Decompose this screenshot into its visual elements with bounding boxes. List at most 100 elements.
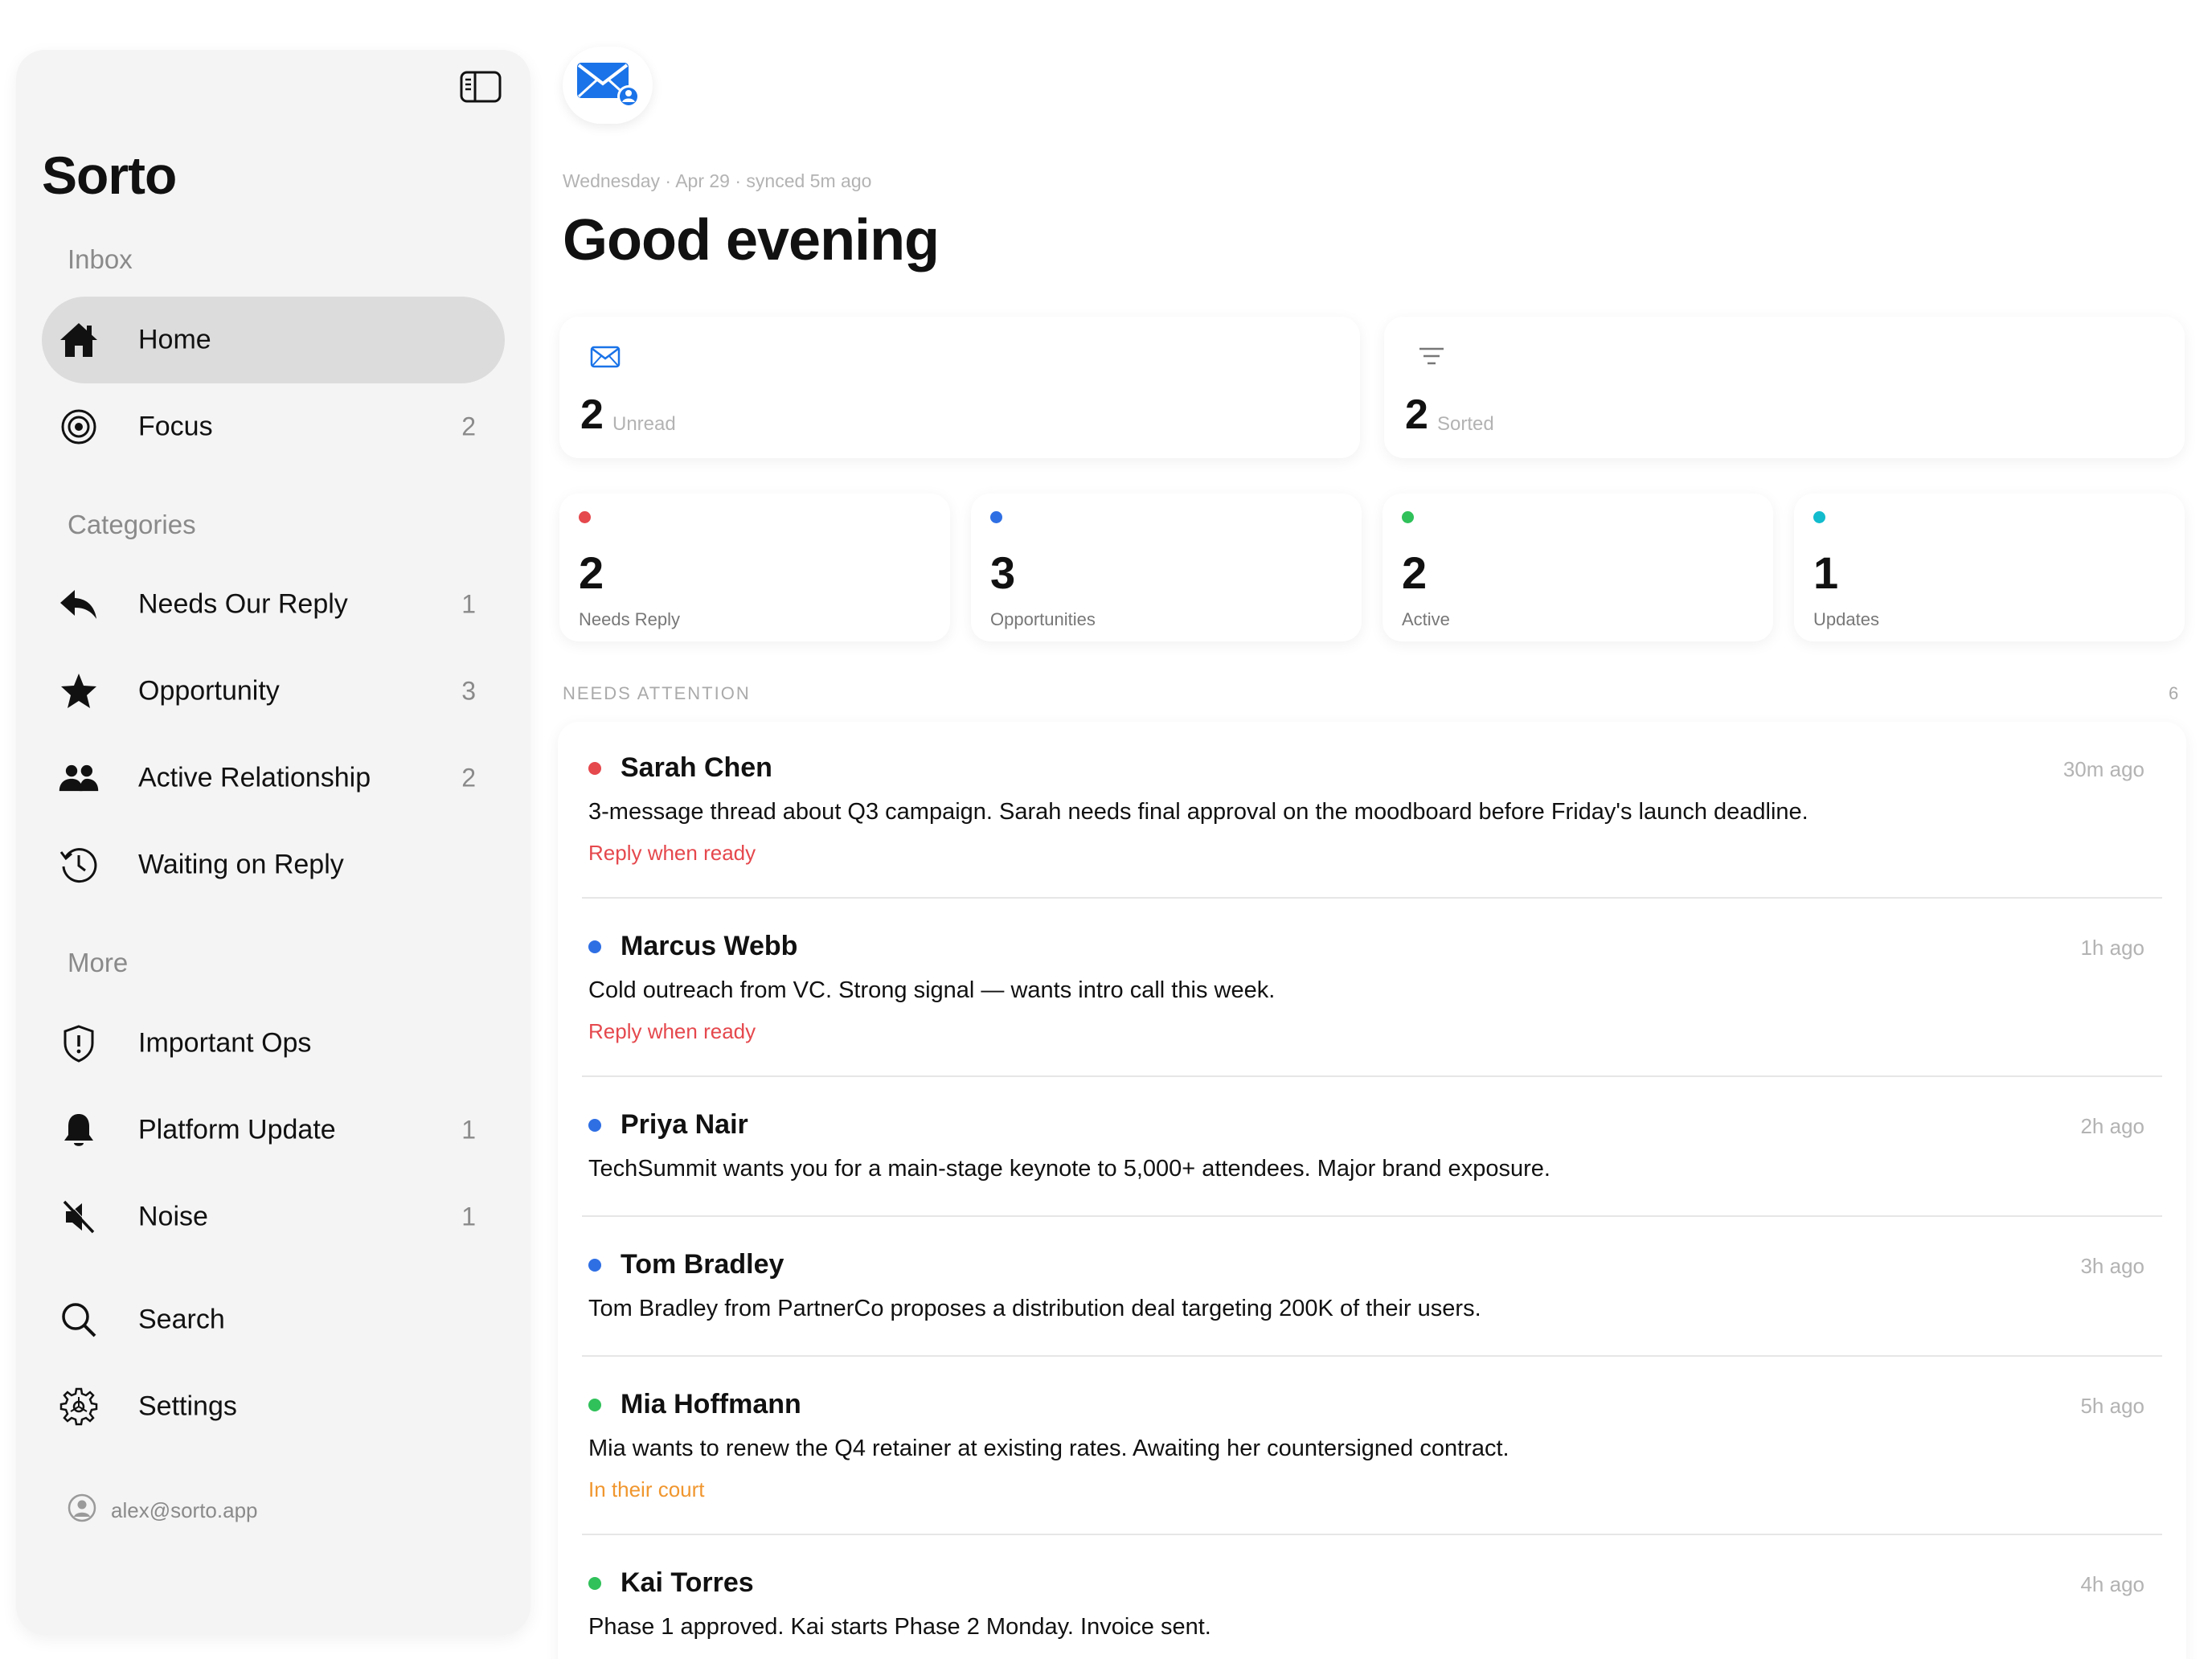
- gear-icon: [58, 1386, 100, 1428]
- message-row-marcus-webb[interactable]: Marcus Webb 1h ago Cold outreach from VC…: [558, 900, 2186, 1079]
- sidebar-item-platform-update[interactable]: Platform Update 1: [42, 1087, 505, 1174]
- stat-label: Updates: [1813, 609, 1879, 629]
- message-time: 1h ago: [2080, 936, 2144, 960]
- search-icon: [58, 1299, 100, 1341]
- stat-card-needs-reply[interactable]: 2 Needs Reply: [559, 494, 950, 641]
- stat-label: Opportunities: [990, 609, 1096, 629]
- needs-attention-count: 6: [2169, 683, 2179, 703]
- sidebar-item-label: Waiting on Reply: [138, 849, 344, 880]
- sidebar-item-count: 2: [461, 763, 476, 793]
- message-summary: Mia wants to renew the Q4 retainer at ex…: [588, 1436, 1509, 1461]
- message-summary: TechSummit wants you for a main-stage ke…: [588, 1156, 1550, 1182]
- status-dot: [588, 762, 601, 775]
- unread-summary-card[interactable]: 2 Unread: [559, 317, 1360, 458]
- sender-name: Marcus Webb: [621, 931, 798, 961]
- status-dot: [588, 1119, 601, 1132]
- message-time: 2h ago: [2080, 1114, 2144, 1138]
- message-summary: Cold outreach from VC. Strong signal — w…: [588, 977, 1276, 1003]
- star-icon: [58, 670, 100, 712]
- sidebar-item-waiting-on-reply[interactable]: Waiting on Reply: [42, 821, 505, 908]
- section-header-needs-attention: NEEDS ATTENTION: [563, 683, 751, 703]
- status-dot: [588, 1577, 601, 1590]
- sidebar-item-label: Platform Update: [138, 1114, 336, 1145]
- message-time: 5h ago: [2080, 1394, 2144, 1418]
- home-icon: [58, 319, 100, 361]
- message-summary: 3-message thread about Q3 campaign. Sara…: [588, 799, 1809, 825]
- app-title: Sorto: [42, 145, 177, 205]
- sidebar-item-opportunity[interactable]: Opportunity 3: [42, 648, 505, 735]
- sidebar-item-label: Search: [138, 1304, 225, 1335]
- sidebar-item-count: 3: [461, 676, 476, 706]
- stat-card-updates[interactable]: 1 Updates: [1794, 494, 2185, 641]
- sorted-summary-card[interactable]: 2 Sorted: [1384, 317, 2185, 458]
- sidebar-item-search[interactable]: Search: [42, 1276, 505, 1363]
- message-time: 4h ago: [2080, 1572, 2144, 1596]
- shield-icon: [58, 1022, 100, 1064]
- sidebar-item-settings[interactable]: Settings: [42, 1363, 505, 1450]
- sidebar-item-count: 1: [461, 1115, 476, 1145]
- divider: [582, 1534, 2162, 1535]
- action-hint: In their court: [588, 1477, 705, 1501]
- sender-name: Sarah Chen: [621, 752, 772, 783]
- divider: [582, 1355, 2162, 1357]
- stat-value: 2: [1402, 547, 1428, 598]
- app-window: Sorto Inbox Home Focus 2 Categories Need…: [0, 0, 2212, 1659]
- status-dot: [990, 511, 1002, 523]
- status-dot: [579, 511, 591, 523]
- history-icon: [58, 844, 100, 886]
- status-dot: [588, 1259, 601, 1272]
- sidebar-item-count: 1: [461, 1202, 476, 1231]
- needs-attention-list: Sarah Chen 30m ago 3-message thread abou…: [558, 722, 2186, 1659]
- divider: [582, 897, 2162, 899]
- section-label-more: More: [68, 948, 129, 977]
- message-row-sarah-chen[interactable]: Sarah Chen 30m ago 3-message thread abou…: [558, 722, 2186, 900]
- unread-count: 2: [580, 391, 604, 438]
- stat-value: 2: [579, 547, 604, 598]
- action-hint: Reply when ready: [588, 1019, 756, 1043]
- status-dot: [1402, 511, 1414, 523]
- stat-label: Active: [1402, 609, 1450, 629]
- stat-label: Needs Reply: [579, 609, 680, 629]
- sidebar-item-label: Settings: [138, 1391, 237, 1422]
- sidebar-item-label: Home: [138, 324, 211, 355]
- message-row-priya-nair[interactable]: Priya Nair 2h ago TechSummit wants you f…: [558, 1079, 2186, 1219]
- unread-label: Unread: [612, 413, 676, 435]
- divider: [582, 1075, 2162, 1077]
- sidebar-item-active-relationship[interactable]: Active Relationship 2: [42, 735, 505, 821]
- people-icon: [58, 757, 100, 799]
- sync-status: Wednesday · Apr 29 · synced 5m ago: [563, 170, 872, 191]
- envelope-icon: [590, 346, 621, 372]
- sidebar-item-label: Important Ops: [138, 1027, 312, 1059]
- reply-icon: [58, 584, 100, 625]
- account-row[interactable]: alex@sorto.app: [68, 1493, 258, 1528]
- status-dot: [588, 1399, 601, 1411]
- divider: [582, 1215, 2162, 1217]
- sidebar-item-needs-our-reply[interactable]: Needs Our Reply 1: [42, 561, 505, 648]
- sorted-count: 2: [1405, 391, 1428, 438]
- sidebar-item-label: Focus: [138, 411, 213, 442]
- section-label-inbox: Inbox: [68, 244, 133, 274]
- sidebar: Sorto Inbox Home Focus 2 Categories Need…: [16, 50, 530, 1635]
- message-summary: Phase 1 approved. Kai starts Phase 2 Mon…: [588, 1614, 1211, 1640]
- stat-card-opportunities[interactable]: 3 Opportunities: [971, 494, 1362, 641]
- bell-icon: [58, 1109, 100, 1151]
- sidebar-toggle-button[interactable]: [458, 71, 503, 106]
- status-dot: [1813, 511, 1825, 523]
- sidebar-item-important-ops[interactable]: Important Ops: [42, 1000, 505, 1087]
- stat-card-active[interactable]: 2 Active: [1382, 494, 1773, 641]
- sidebar-item-label: Active Relationship: [138, 762, 371, 793]
- stat-value: 1: [1813, 547, 1839, 598]
- stat-value: 3: [990, 547, 1016, 598]
- mail-person-icon: [574, 58, 641, 113]
- account-email: alex@sorto.app: [111, 1498, 258, 1522]
- sidebar-item-count: 1: [461, 589, 476, 619]
- section-label-categories: Categories: [68, 510, 196, 539]
- page-title: Good evening: [563, 208, 940, 272]
- status-dot: [588, 940, 601, 953]
- sidebar-item-home[interactable]: Home: [42, 297, 505, 383]
- sidebar-item-noise[interactable]: Noise 1: [42, 1174, 505, 1260]
- message-row-mia-hoffmann[interactable]: Mia Hoffmann 5h ago Mia wants to renew t…: [558, 1358, 2186, 1537]
- message-row-tom-bradley[interactable]: Tom Bradley 3h ago Tom Bradley from Part…: [558, 1219, 2186, 1358]
- message-row-kai-torres[interactable]: Kai Torres 4h ago Phase 1 approved. Kai …: [558, 1537, 2186, 1659]
- sidebar-item-focus[interactable]: Focus 2: [42, 383, 505, 470]
